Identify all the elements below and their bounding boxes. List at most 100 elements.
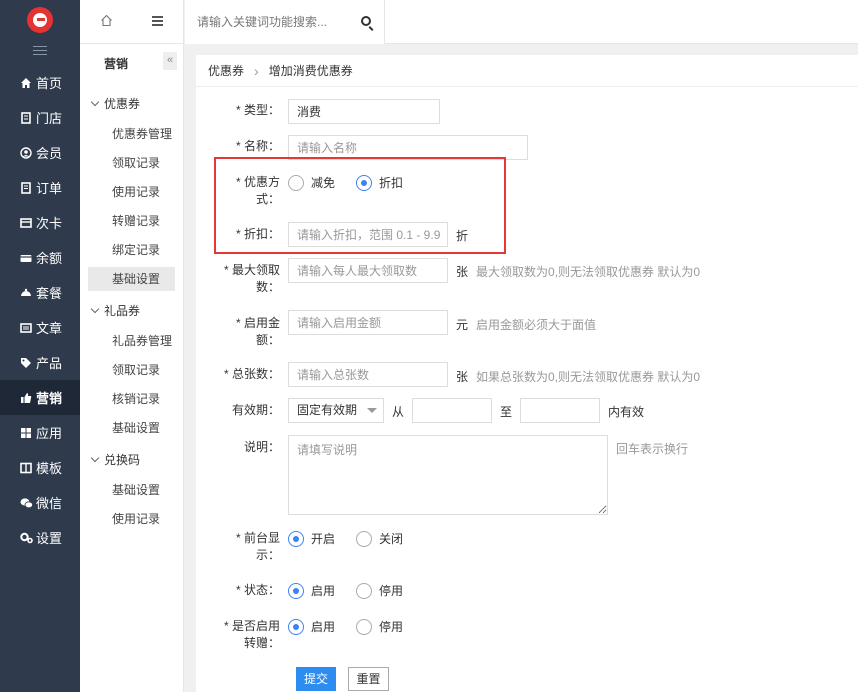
min-amount-hint: 启用金额必须大于面值	[476, 318, 597, 332]
hamburger-icon[interactable]	[152, 16, 163, 28]
subnav-item-transfer-records[interactable]: 转赠记录	[88, 209, 175, 233]
subnav-item-basic-settings[interactable]: 基础设置	[88, 267, 175, 291]
nav-item-balance[interactable]: 余额	[0, 240, 80, 275]
product-icon	[20, 357, 34, 369]
logo[interactable]	[27, 7, 53, 33]
chevron-down-icon	[90, 97, 100, 107]
total-field[interactable]	[288, 362, 448, 387]
reset-button[interactable]: 重置	[348, 667, 389, 691]
radio-circle	[356, 618, 372, 635]
validity-select-value: 固定有效期	[297, 403, 358, 417]
collapse-subnav-button[interactable]: «	[163, 52, 177, 70]
validity-from-label: 从	[392, 405, 405, 419]
description-field[interactable]	[288, 435, 608, 515]
validity-end-date[interactable]	[520, 398, 600, 423]
max-claim-label: * 最大领取 数：	[200, 262, 280, 296]
min-amount-label-line1: * 启用金	[235, 316, 280, 330]
min-amount-label-line2: 额：	[255, 333, 280, 347]
nav-item-label: 余额	[36, 251, 63, 266]
description-label: 说明：	[243, 440, 280, 454]
nav-item-label: 营销	[36, 391, 63, 406]
thumbs-up-icon	[20, 392, 34, 404]
nav-item-wechat[interactable]: 微信	[0, 485, 80, 520]
nav-item-store[interactable]: 门店	[0, 100, 80, 135]
discount-field[interactable]	[288, 222, 448, 247]
total-hint: 如果总张数为0,则无法领取优惠券 默认为0	[476, 370, 701, 384]
chevron-down-icon	[90, 453, 100, 463]
subnav-item-coupon-manage[interactable]: 优惠券管理	[88, 122, 175, 146]
status-option-disable[interactable]: 停用	[356, 582, 403, 599]
nav-item-template[interactable]: 模板	[0, 450, 80, 485]
nav-item-label: 设置	[36, 531, 63, 546]
nav-item-label: 套餐	[36, 286, 63, 301]
subnav-item-gift-claim[interactable]: 领取记录	[88, 358, 175, 382]
radio-circle	[356, 530, 372, 547]
discount-suffix: 折	[456, 229, 469, 243]
nav-item-article[interactable]: 文章	[0, 310, 80, 345]
transfer-option-enable[interactable]: 启用	[288, 618, 335, 635]
nav-item-home[interactable]: 首页	[0, 65, 80, 100]
radio-label: 减免	[311, 176, 336, 190]
radio-label: 开启	[311, 532, 336, 546]
breadcrumb-parent[interactable]: 优惠券	[208, 62, 244, 79]
status-option-enable[interactable]: 启用	[288, 582, 335, 599]
search-input[interactable]	[185, 0, 385, 44]
nav-item-package[interactable]: 套餐	[0, 275, 80, 310]
subnav-group-coupon[interactable]: 优惠券	[90, 95, 140, 112]
top-bar	[185, 0, 858, 44]
nav-item-apps[interactable]: 应用	[0, 415, 80, 450]
transfer-label-line1: * 是否启用	[223, 619, 280, 633]
nav-item-label: 首页	[36, 76, 63, 91]
type-field[interactable]	[288, 99, 440, 124]
nav-item-label: 应用	[36, 426, 63, 441]
nav-item-product[interactable]: 产品	[0, 345, 80, 380]
submit-button[interactable]: 提交	[296, 667, 336, 691]
nav-item-label: 会员	[36, 146, 63, 161]
validity-to-label: 至	[500, 405, 513, 419]
nav-item-member[interactable]: 会员	[0, 135, 80, 170]
store-icon	[20, 111, 34, 124]
discount-mode-option-discount[interactable]: 折扣	[356, 174, 403, 191]
collapse-menu-icon[interactable]	[33, 46, 47, 56]
breadcrumb: 优惠券 › 增加消费优惠券	[196, 55, 858, 87]
home-outline-icon[interactable]	[100, 14, 113, 27]
subnav-item-gift-manage[interactable]: 礼品券管理	[88, 329, 175, 353]
max-claim-label-line2: 数：	[255, 280, 280, 294]
transfer-option-disable[interactable]: 停用	[356, 618, 403, 635]
subnav-item-bind-records[interactable]: 绑定记录	[88, 238, 175, 262]
frontend-display-option-on[interactable]: 开启	[288, 530, 335, 547]
wechat-icon	[20, 497, 34, 509]
discount-mode-option-reduce[interactable]: 减免	[288, 174, 335, 191]
radio-circle	[356, 582, 372, 599]
transfer-label-line2: 转赠：	[243, 636, 280, 650]
type-label: * 类型：	[235, 103, 280, 117]
subnav-item-use-records[interactable]: 使用记录	[88, 180, 175, 204]
subnav-item-gift-settings[interactable]: 基础设置	[88, 416, 175, 440]
name-label: * 名称：	[235, 139, 280, 153]
subnav-group-label: 兑换码	[104, 453, 141, 467]
subnav-item-redeem-records[interactable]: 使用记录	[88, 507, 175, 531]
subnav-item-redeem-settings[interactable]: 基础设置	[88, 478, 175, 502]
nav-item-card[interactable]: 次卡	[0, 205, 80, 240]
search-icon[interactable]	[361, 16, 371, 26]
template-icon	[20, 462, 34, 474]
total-suffix: 张	[456, 370, 469, 384]
min-amount-field[interactable]	[288, 310, 448, 335]
validity-select[interactable]: 固定有效期	[288, 398, 384, 423]
subnav-group-redeem[interactable]: 兑换码	[90, 451, 141, 468]
subnav-item-gift-verify[interactable]: 核销记录	[88, 387, 175, 411]
validity-start-date[interactable]	[412, 398, 492, 423]
radio-label: 停用	[379, 584, 404, 598]
chevron-down-icon	[90, 304, 100, 314]
nav-item-marketing[interactable]: 营销	[0, 380, 80, 415]
breadcrumb-current: 增加消费优惠券	[268, 64, 353, 78]
nav-item-label: 门店	[36, 111, 63, 126]
frontend-display-option-off[interactable]: 关闭	[356, 530, 403, 547]
nav-item-order[interactable]: 订单	[0, 170, 80, 205]
subnav-group-gift[interactable]: 礼品券	[90, 302, 140, 319]
validity-suffix: 内有效	[608, 405, 645, 419]
nav-item-settings[interactable]: 设置	[0, 520, 80, 555]
discount-mode-label: * 优惠方 式：	[200, 174, 280, 208]
max-claim-field[interactable]	[288, 258, 448, 283]
subnav-item-claim-records[interactable]: 领取记录	[88, 151, 175, 175]
